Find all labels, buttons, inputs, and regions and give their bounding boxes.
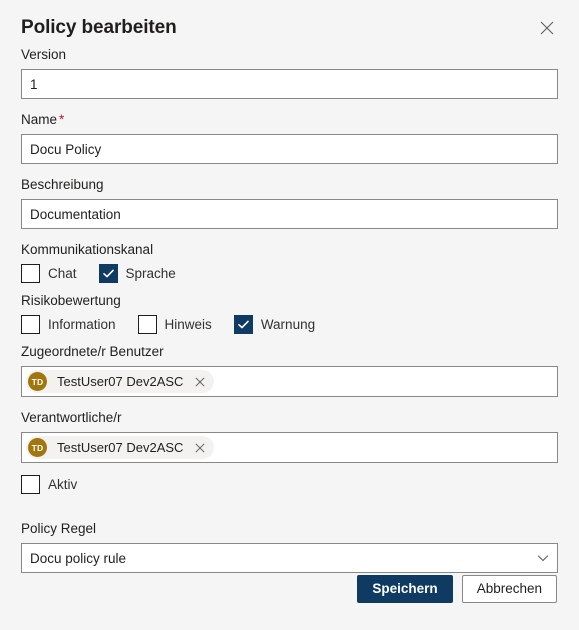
checkbox-hinweis[interactable]: Hinweis xyxy=(137,315,212,334)
field-communication-channel: Kommunikationskanal Chat Sprache xyxy=(21,241,558,283)
policy-rule-value: Docu policy rule xyxy=(30,550,127,566)
checkbox-chat[interactable]: Chat xyxy=(21,264,77,283)
communication-channel-options: Chat Sprache xyxy=(21,264,558,283)
field-policy-rule: Policy Regel Docu policy rule xyxy=(21,520,558,573)
risk-assessment-options: Information Hinweis Warnung xyxy=(21,315,558,334)
description-input[interactable] xyxy=(21,199,558,229)
responsible-label: Verantwortliche/r xyxy=(21,410,122,425)
field-responsible: Verantwortliche/r TD TestUser07 Dev2ASC xyxy=(21,409,558,463)
required-asterisk: * xyxy=(59,112,65,127)
close-button[interactable] xyxy=(533,14,561,42)
person-pill-responsible[interactable]: TD TestUser07 Dev2ASC xyxy=(26,436,215,459)
checkbox-label-chat: Chat xyxy=(48,266,77,281)
checkbox-label-information: Information xyxy=(48,317,116,332)
checkbox-sprache[interactable]: Sprache xyxy=(98,264,176,283)
edit-policy-dialog: Policy bearbeiten Version Name* Beschrei… xyxy=(0,0,579,630)
checkbox-information[interactable]: Information xyxy=(21,315,116,334)
checkbox-label-hinweis: Hinweis xyxy=(164,317,212,332)
field-name: Name * xyxy=(21,111,558,164)
checkbox-box-sprache xyxy=(98,264,118,283)
remove-person-icon[interactable] xyxy=(191,373,209,391)
responsible-picker[interactable]: TD TestUser07 Dev2ASC xyxy=(21,432,558,463)
policy-rule-dropdown[interactable]: Docu policy rule xyxy=(21,543,558,573)
save-button[interactable]: Speichern xyxy=(357,575,453,603)
checkbox-box-chat xyxy=(21,264,40,283)
checkbox-box-information xyxy=(21,315,40,334)
dialog-footer: Speichern Abbrechen xyxy=(0,575,579,603)
checkbox-box-aktiv xyxy=(21,475,40,494)
person-name: TestUser07 Dev2ASC xyxy=(57,440,184,455)
person-pill-assigned-user[interactable]: TD TestUser07 Dev2ASC xyxy=(26,370,215,393)
chevron-down-icon xyxy=(537,552,549,564)
assigned-user-label: Zugeordnete/r Benutzer xyxy=(21,344,164,359)
name-label-text: Name xyxy=(21,112,58,127)
field-version: Version xyxy=(21,46,558,99)
checkbox-box-warnung xyxy=(233,315,253,334)
checkbox-aktiv[interactable]: Aktiv xyxy=(21,475,77,494)
checkbox-box-hinweis xyxy=(137,315,157,334)
policy-rule-label: Policy Regel xyxy=(21,521,97,536)
description-label: Beschreibung xyxy=(21,177,104,192)
cancel-button[interactable]: Abbrechen xyxy=(461,575,557,603)
field-active: Aktiv xyxy=(21,475,558,494)
version-label: Version xyxy=(21,47,67,62)
name-label: Name * xyxy=(21,111,558,129)
assigned-user-picker[interactable]: TD TestUser07 Dev2ASC xyxy=(21,366,558,397)
remove-person-icon[interactable] xyxy=(191,439,209,457)
page-title: Policy bearbeiten xyxy=(21,17,177,38)
person-name: TestUser07 Dev2ASC xyxy=(57,374,184,389)
dialog-body: Version Name* Beschreibung Kommunikation… xyxy=(0,46,579,573)
field-risk-assessment: Risikobewertung Information Hinweis Warn… xyxy=(21,292,558,334)
risk-assessment-label: Risikobewertung xyxy=(21,293,121,308)
close-icon xyxy=(540,21,554,35)
checkbox-label-warnung: Warnung xyxy=(260,317,316,332)
active-option-row: Aktiv xyxy=(21,475,558,494)
avatar: TD xyxy=(28,438,47,457)
version-input[interactable] xyxy=(21,69,558,99)
checkbox-label-aktiv: Aktiv xyxy=(48,477,78,492)
name-input[interactable] xyxy=(21,134,558,164)
communication-channel-label: Kommunikationskanal xyxy=(21,242,154,257)
checkbox-label-sprache: Sprache xyxy=(125,266,176,281)
dialog-header: Policy bearbeiten xyxy=(0,0,579,46)
checkbox-warnung[interactable]: Warnung xyxy=(233,315,316,334)
field-description: Beschreibung xyxy=(21,176,558,229)
avatar: TD xyxy=(28,372,47,391)
field-assigned-user: Zugeordnete/r Benutzer TD TestUser07 Dev… xyxy=(21,343,558,397)
